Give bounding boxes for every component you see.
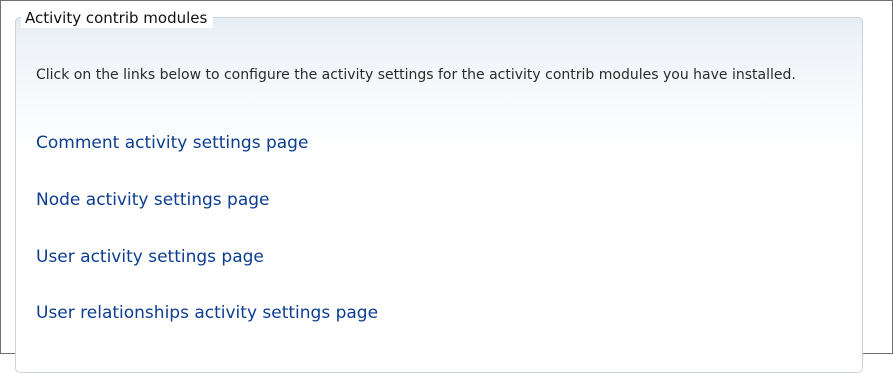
screenshot-frame: Activity contrib modules Click on the li…: [0, 0, 893, 373]
fieldset-description: Click on the links below to configure th…: [36, 67, 796, 83]
user-activity-settings-link[interactable]: User activity settings page: [36, 247, 264, 267]
fieldset-legend: Activity contrib modules: [21, 8, 214, 28]
node-activity-settings-link[interactable]: Node activity settings page: [36, 190, 270, 210]
user-relationships-activity-settings-link[interactable]: User relationships activity settings pag…: [36, 303, 378, 323]
comment-activity-settings-link[interactable]: Comment activity settings page: [36, 133, 308, 153]
